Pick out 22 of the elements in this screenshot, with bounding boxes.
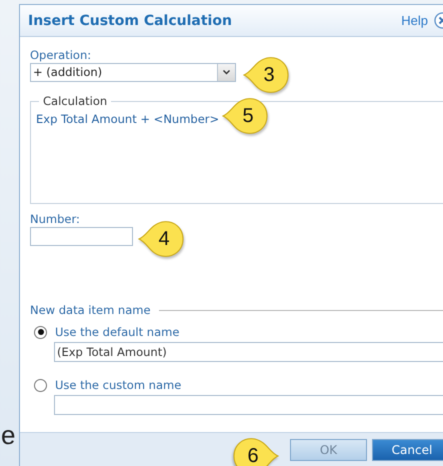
window-title: Insert Custom Calculation <box>28 12 233 28</box>
new-name-legend: New data item name <box>30 303 151 317</box>
callout-badge: 3 <box>243 55 289 95</box>
radio-label[interactable]: Use the default name <box>55 325 180 339</box>
help-link[interactable]: Help <box>401 13 428 28</box>
number-input[interactable] <box>30 227 133 246</box>
operation-label: Operation: <box>30 48 92 62</box>
calculation-legend: Calculation <box>39 94 112 108</box>
operation-dropdown[interactable]: + (addition) <box>30 63 236 82</box>
chevron-down-icon <box>223 70 230 75</box>
callout-badge: 4 <box>138 219 184 259</box>
radio-label[interactable]: Use the custom name <box>55 378 182 392</box>
calculation-expression: Exp Total Amount + <Number> <box>36 112 220 126</box>
callout-badge: 6 <box>233 436 279 466</box>
callout-badge: 5 <box>222 96 268 136</box>
radio-button[interactable] <box>34 326 47 338</box>
dialog-button[interactable]: Cancel <box>372 439 443 461</box>
name-input[interactable]: (Exp Total Amount) <box>54 342 443 362</box>
number-label: Number: <box>30 212 81 226</box>
background-text: e <box>1 420 16 451</box>
name-input[interactable] <box>54 395 443 415</box>
radio-button[interactable] <box>34 378 47 392</box>
